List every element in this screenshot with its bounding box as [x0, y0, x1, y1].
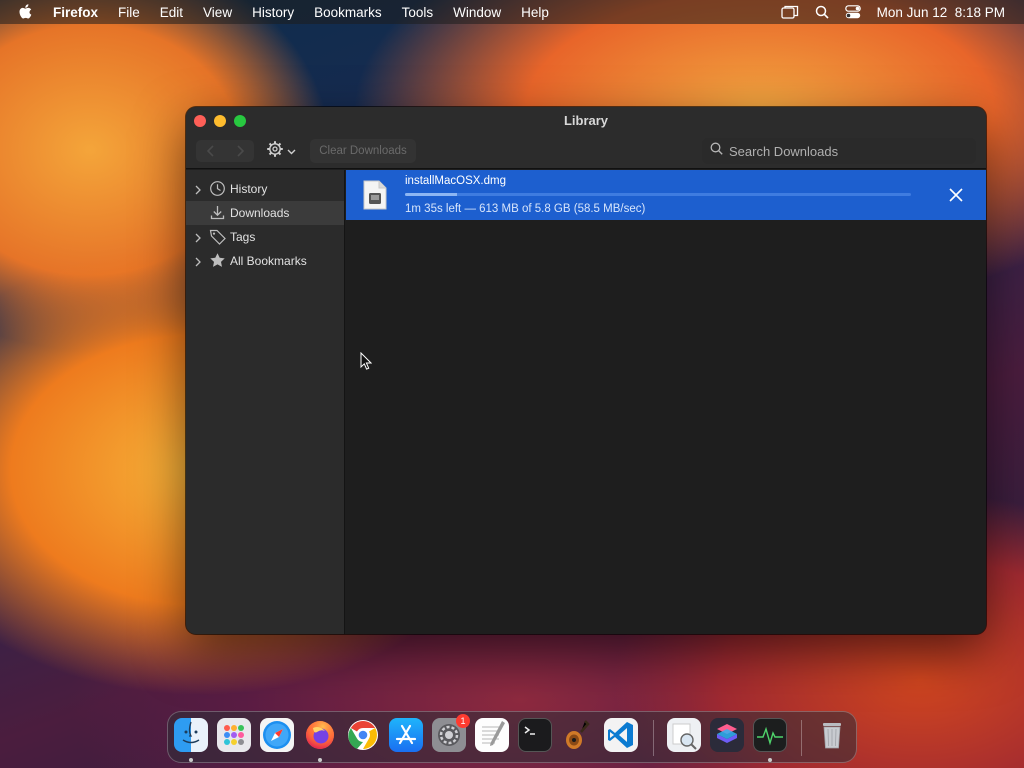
firefox-icon[interactable]	[303, 718, 337, 752]
terminal-icon[interactable]	[518, 718, 552, 752]
sidebar-item-label: All Bookmarks	[230, 254, 307, 268]
clock-icon	[209, 180, 226, 200]
library-sidebar: History Downloads Tags All Bookmarks	[186, 170, 345, 634]
sidebar-item-label: Downloads	[230, 206, 290, 220]
launchpad-icon[interactable]	[217, 718, 251, 752]
activity-monitor-icon[interactable]	[753, 718, 787, 752]
safari-icon[interactable]	[260, 718, 294, 752]
chevron-down-icon	[287, 142, 296, 160]
spotlight-search-icon[interactable]	[815, 5, 829, 19]
menu-bar: Firefox File Edit View History Bookmarks…	[0, 0, 1024, 24]
finder-running-indicator	[189, 758, 193, 762]
app-name-menu[interactable]: Firefox	[53, 5, 98, 20]
dock: 1	[167, 711, 857, 763]
download-progress-fill	[405, 193, 458, 196]
sidebar-item-all-bookmarks[interactable]: All Bookmarks	[186, 249, 344, 273]
notification-badge: 1	[456, 714, 470, 728]
menu-tools[interactable]: Tools	[402, 5, 434, 20]
chrome-icon[interactable]	[346, 718, 380, 752]
screen-mirroring-icon[interactable]	[781, 5, 799, 19]
clear-downloads-button[interactable]: Clear Downloads	[310, 139, 416, 163]
firefox-running-indicator	[318, 758, 322, 762]
menu-help[interactable]: Help	[521, 5, 549, 20]
sidebar-item-history[interactable]: History	[186, 177, 344, 201]
shortcuts-icon[interactable]	[710, 718, 744, 752]
preview-icon[interactable]	[667, 718, 701, 752]
dock-separator	[801, 720, 802, 756]
download-icon	[209, 204, 226, 224]
window-title: Library	[563, 113, 609, 128]
sidebar-item-downloads[interactable]: Downloads	[186, 201, 344, 225]
finder-icon[interactable]	[174, 718, 208, 752]
back-arrow-icon[interactable]	[206, 145, 216, 157]
cancel-download-icon[interactable]	[946, 185, 966, 205]
gear-icon	[266, 140, 284, 163]
download-filename: installMacOSX.dmg	[405, 175, 506, 187]
textedit-icon[interactable]	[475, 718, 509, 752]
sidebar-item-label: Tags	[230, 230, 256, 244]
app-store-icon[interactable]	[389, 718, 423, 752]
library-window: Library Clear Downloads Search Downloads…	[186, 107, 986, 634]
tag-icon	[209, 228, 227, 248]
disclosure-chevron-icon[interactable]	[195, 184, 201, 198]
trash-icon[interactable]	[815, 718, 849, 752]
search-icon	[710, 142, 723, 160]
download-progress-bar	[405, 193, 911, 196]
menu-edit[interactable]: Edit	[160, 5, 183, 20]
menu-file[interactable]: File	[118, 5, 140, 20]
window-toolbar: Library Clear Downloads Search Downloads	[186, 107, 986, 169]
sidebar-item-tags[interactable]: Tags	[186, 225, 344, 249]
menu-view[interactable]: View	[203, 5, 232, 20]
disk-image-file-icon	[363, 180, 387, 215]
back-forward-buttons	[196, 140, 254, 162]
search-input[interactable]	[729, 143, 949, 159]
search-downloads-field[interactable]	[702, 138, 976, 164]
disclosure-chevron-icon[interactable]	[195, 256, 201, 270]
organize-menu-button[interactable]	[266, 140, 300, 162]
menu-history[interactable]: History	[252, 5, 294, 20]
apple-logo-icon[interactable]	[18, 0, 36, 24]
activity-monitor-running-indicator	[768, 758, 772, 762]
system-settings-icon[interactable]: 1	[432, 714, 470, 752]
mouse-pointer-icon	[360, 351, 373, 375]
menubar-clock[interactable]: Mon Jun 12 8:18 PM	[877, 5, 1005, 20]
star-icon	[209, 252, 226, 272]
vscode-icon[interactable]	[604, 718, 638, 752]
forward-arrow-icon[interactable]	[235, 145, 245, 157]
sidebar-item-label: History	[230, 182, 268, 196]
download-status: 1m 35s left — 613 MB of 5.8 GB (58.5 MB/…	[405, 203, 646, 215]
download-item[interactable]: installMacOSX.dmg 1m 35s left — 613 MB o…	[346, 170, 986, 220]
control-center-icon[interactable]	[844, 5, 861, 19]
menu-window[interactable]: Window	[453, 5, 501, 20]
garageband-icon[interactable]	[561, 718, 595, 752]
menu-bookmarks[interactable]: Bookmarks	[314, 5, 382, 20]
disclosure-chevron-icon[interactable]	[195, 232, 201, 246]
downloads-list: installMacOSX.dmg 1m 35s left — 613 MB o…	[346, 170, 986, 634]
dock-separator	[653, 720, 654, 756]
